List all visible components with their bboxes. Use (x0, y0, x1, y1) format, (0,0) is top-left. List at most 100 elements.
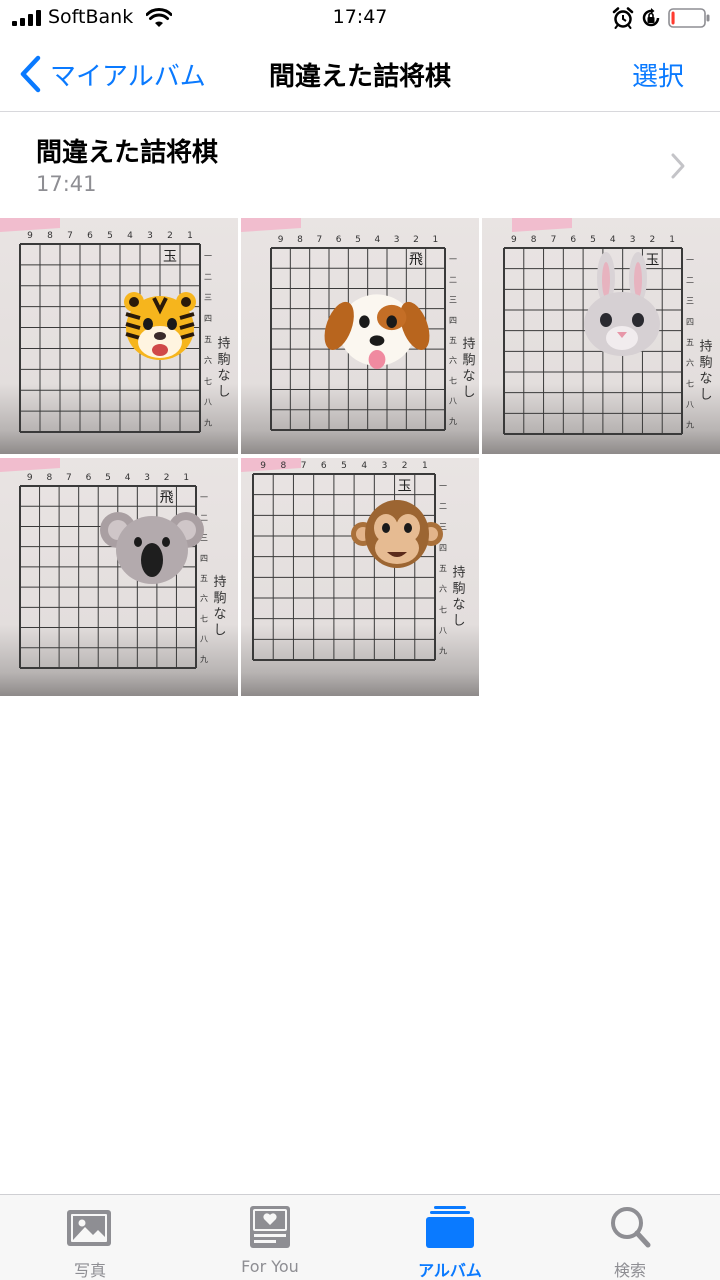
photo-thumbnail-dog[interactable]: 9 8 7 6 5 4 3 2 1 一二三四五六七八九 飛持駒なし (241, 218, 479, 454)
svg-text:し: し (699, 387, 712, 402)
svg-text:2: 2 (402, 461, 408, 471)
svg-text:玉: 玉 (645, 253, 659, 269)
svg-text:3: 3 (630, 235, 636, 245)
svg-text:6: 6 (86, 473, 92, 483)
photo-thumbnail-tiger[interactable]: 9 8 7 6 5 4 3 2 1 一二三四五六七八九 玉持駒なし (0, 218, 238, 454)
svg-text:6: 6 (336, 235, 342, 245)
svg-text:持: 持 (462, 337, 475, 352)
svg-text:5: 5 (105, 473, 111, 483)
svg-text:8: 8 (280, 461, 286, 471)
tab-search-label: 検索 (613, 1261, 646, 1280)
svg-text:9: 9 (511, 235, 517, 245)
svg-text:一: 一 (204, 251, 212, 260)
svg-text:九: 九 (439, 647, 447, 656)
svg-text:八: 八 (200, 635, 208, 644)
svg-text:三: 三 (686, 297, 694, 306)
svg-text:な: な (699, 371, 712, 386)
svg-text:し: し (452, 613, 465, 628)
monkey-face (351, 500, 443, 568)
svg-text:六: 六 (204, 355, 212, 365)
svg-text:二: 二 (204, 272, 212, 281)
navigation-bar: マイアルバム 間違えた詰将棋 選択 (0, 36, 720, 112)
svg-text:し: し (213, 623, 226, 638)
svg-text:七: 七 (204, 377, 212, 386)
photo-thumbnail-rabbit[interactable]: 9 8 7 6 5 4 3 2 1 一二三四五六七八九 玉持駒なし (482, 218, 720, 454)
svg-text:4: 4 (610, 235, 616, 245)
svg-text:3: 3 (147, 231, 153, 241)
svg-text:3: 3 (382, 461, 388, 471)
search-icon (611, 1207, 651, 1248)
svg-text:な: な (462, 369, 475, 384)
svg-text:八: 八 (204, 398, 212, 407)
svg-text:飛: 飛 (409, 252, 423, 268)
svg-text:駒: 駒 (213, 591, 226, 606)
photo-thumbnail-monkey[interactable]: 987654321一二三四五六七八九玉持駒なし (241, 458, 479, 696)
tab-for-you-label: For You (241, 1257, 299, 1276)
dog-face (324, 294, 430, 369)
svg-text:7: 7 (551, 235, 557, 245)
koala-face (100, 512, 204, 584)
album-time: 17:41 (36, 172, 97, 196)
photos-app-screen: SoftBank 17:47 マイアルバム 間違えた詰将棋 選択 間違えた詰将棋… (0, 0, 720, 1280)
tab-albums[interactable]: アルバム (360, 1195, 540, 1280)
svg-text:1: 1 (422, 461, 428, 471)
svg-text:飛: 飛 (160, 490, 174, 506)
svg-text:7: 7 (66, 473, 72, 483)
svg-text:持: 持 (217, 336, 230, 351)
svg-text:一: 一 (449, 255, 457, 264)
svg-text:玉: 玉 (163, 249, 177, 265)
svg-text:七: 七 (449, 376, 457, 385)
svg-text:9: 9 (260, 461, 266, 471)
svg-text:三: 三 (449, 296, 457, 305)
svg-text:な: な (213, 607, 226, 622)
svg-text:二: 二 (439, 502, 447, 511)
svg-text:八: 八 (686, 400, 694, 409)
svg-text:八: 八 (439, 626, 447, 635)
svg-text:5: 5 (590, 235, 596, 245)
album-title: 間違えた詰将棋 (36, 138, 219, 168)
svg-text:五: 五 (686, 338, 694, 347)
svg-text:六: 六 (200, 593, 208, 603)
svg-text:2: 2 (649, 235, 655, 245)
for-you-icon (250, 1206, 290, 1248)
tab-photos[interactable]: 写真 (0, 1195, 180, 1280)
svg-text:九: 九 (204, 419, 212, 428)
svg-text:9: 9 (278, 235, 284, 245)
svg-text:な: な (452, 597, 465, 612)
svg-text:5: 5 (107, 231, 113, 241)
svg-text:7: 7 (67, 231, 73, 241)
svg-text:3: 3 (144, 473, 150, 483)
tab-for-you[interactable]: For You (180, 1195, 360, 1280)
svg-text:2: 2 (164, 473, 170, 483)
tab-albums-label: アルバム (418, 1261, 482, 1280)
tab-search[interactable]: 検索 (540, 1195, 720, 1280)
select-button[interactable]: 選択 (632, 56, 684, 93)
svg-text:8: 8 (46, 473, 52, 483)
svg-text:四: 四 (449, 316, 457, 325)
tab-bar: 写真 For You アルバム 検索 (0, 1194, 720, 1280)
svg-text:8: 8 (47, 231, 53, 241)
svg-text:1: 1 (669, 235, 675, 245)
svg-text:六: 六 (686, 358, 694, 368)
svg-text:二: 二 (449, 275, 457, 284)
svg-text:持: 持 (699, 339, 712, 354)
svg-text:七: 七 (439, 605, 447, 614)
svg-text:6: 6 (570, 235, 576, 245)
svg-text:九: 九 (200, 655, 208, 664)
svg-text:持: 持 (213, 575, 226, 590)
svg-text:6: 6 (321, 461, 327, 471)
album-header[interactable]: 間違えた詰将棋 17:41 (0, 112, 720, 218)
alarm-icon (612, 7, 634, 29)
svg-text:1: 1 (187, 231, 193, 241)
svg-text:二: 二 (686, 276, 694, 285)
svg-text:駒: 駒 (699, 355, 712, 370)
svg-text:8: 8 (297, 235, 303, 245)
svg-text:一: 一 (200, 493, 208, 502)
svg-text:4: 4 (125, 473, 131, 483)
svg-text:9: 9 (27, 473, 33, 483)
svg-text:四: 四 (200, 554, 208, 563)
photo-thumbnail-koala[interactable]: 987654321一二三四五六七八九飛持駒なし (0, 458, 238, 696)
svg-text:四: 四 (204, 314, 212, 323)
svg-text:三: 三 (204, 293, 212, 302)
chevron-right-icon (671, 153, 685, 179)
